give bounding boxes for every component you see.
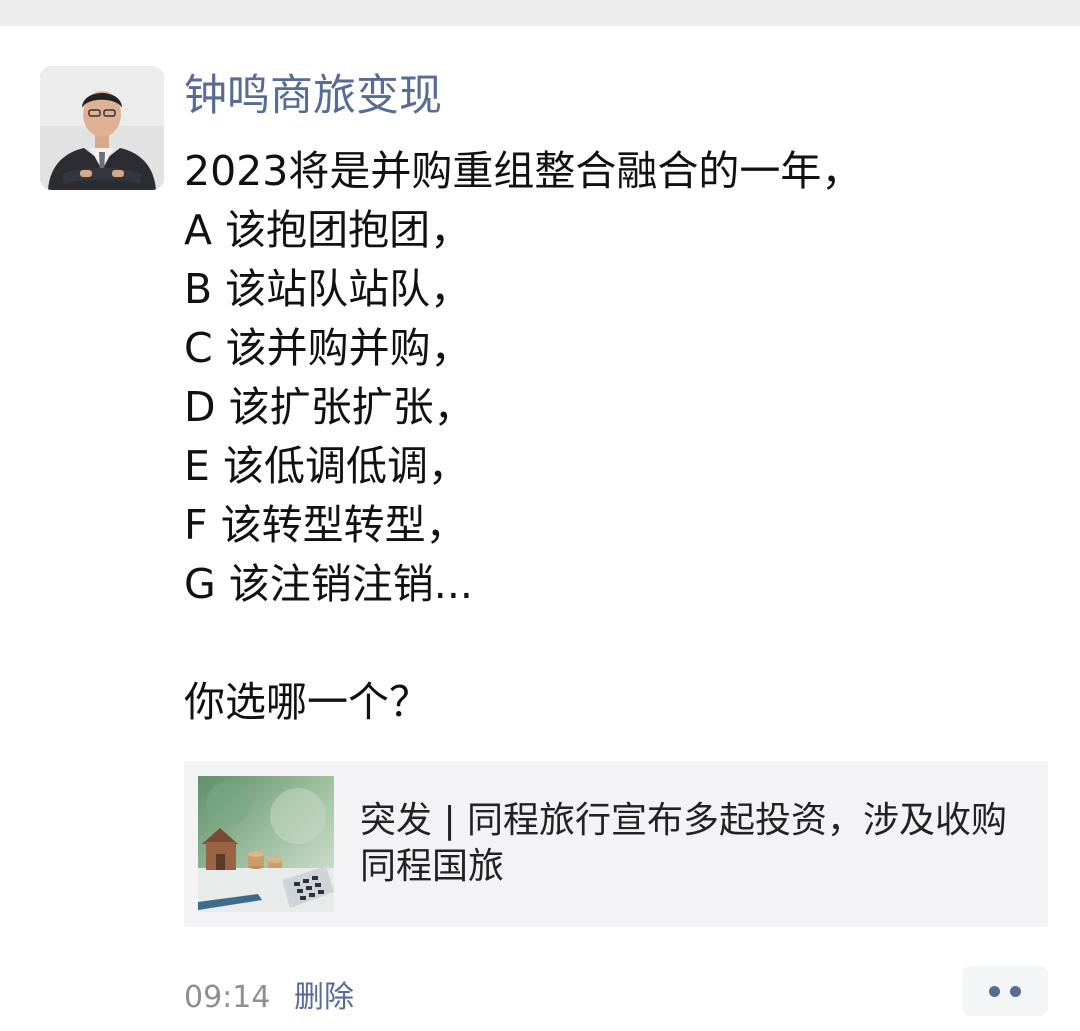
more-button[interactable] (962, 966, 1048, 1016)
more-dots-icon (1010, 985, 1021, 997)
post-time: 09:14 (184, 980, 271, 1015)
post-line: G 该注销注销... (184, 560, 473, 608)
post-line-blank (184, 614, 1054, 673)
post-line: C 该并购并购， (184, 324, 472, 372)
author-name[interactable]: 钟鸣商旅变现 (184, 66, 442, 126)
article-thumbnail (198, 776, 334, 912)
post-line: B 该站队站队， (184, 265, 472, 313)
post-line: E 该低调低调， (184, 442, 469, 490)
post-line: D 该扩张扩张， (184, 383, 475, 431)
post-line: F 该转型转型， (184, 501, 467, 549)
post-line: A 该抱团抱团， (184, 206, 472, 254)
avatar[interactable] (40, 66, 164, 190)
top-strip (0, 0, 1080, 26)
article-title[interactable]: 突发 | 同程旅行宣布多起投资，涉及收购同程国旅 (360, 798, 1040, 890)
more-dots-icon (989, 985, 1000, 997)
post-text: 2023将是并购重组整合融合的一年， A 该抱团抱团， B 该站队站队， C 该… (184, 142, 1054, 732)
shared-article-card[interactable]: 突发 | 同程旅行宣布多起投资，涉及收购同程国旅 (184, 761, 1048, 927)
delete-button[interactable]: 删除 (294, 976, 354, 1020)
post-line: 2023将是并购重组整合融合的一年， (184, 147, 863, 195)
post-line: 你选哪一个？ (184, 678, 430, 726)
